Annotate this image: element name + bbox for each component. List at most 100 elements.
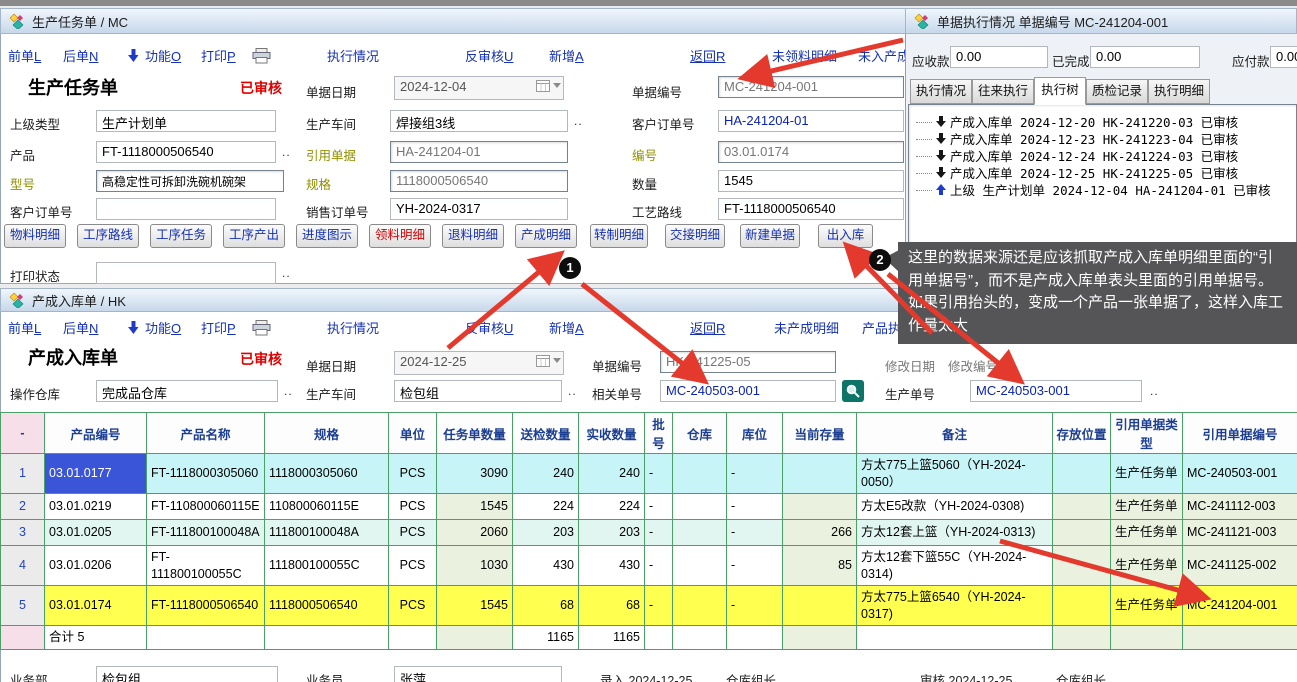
production-task-titlebar[interactable]: 生产任务单 / MC [0, 8, 910, 34]
table-cell[interactable]: 1118000506540 [265, 586, 389, 626]
table-cell[interactable]: 方太12套上篮（YH-2024-0313) [857, 520, 1053, 546]
table-cell[interactable]: - [727, 520, 783, 546]
table-cell[interactable]: 03.01.0205 [45, 520, 147, 546]
table-cell[interactable]: 03.01.0219 [45, 494, 147, 520]
table-cell[interactable]: PCS [389, 586, 437, 626]
table-cell[interactable]: - [645, 586, 673, 626]
column-header[interactable]: - [1, 413, 45, 454]
table-cell[interactable] [1053, 586, 1111, 626]
table-cell[interactable]: 111800100048A [265, 520, 389, 546]
table-cell[interactable]: 03.01.0174 [45, 586, 147, 626]
toolbar-m1[interactable]: 未领料明细 [772, 46, 837, 65]
btn-物料明细[interactable]: 物料明细 [4, 224, 66, 248]
clerk-field[interactable]: 张萍 [394, 666, 562, 682]
table-cell[interactable]: 生产任务单 [1111, 454, 1183, 494]
table-row[interactable]: 303.01.0205FT-111800100048A111800100048A… [1, 520, 1297, 546]
table-cell[interactable]: MC-241204-001 [1183, 586, 1297, 626]
column-header[interactable]: 当前存量 [783, 413, 857, 454]
table-cell[interactable] [783, 494, 857, 520]
table-cell[interactable] [1053, 520, 1111, 546]
toolbar-unaudit[interactable]: 反审核U [465, 46, 513, 65]
toolbar-m1[interactable]: 未产成明细 [774, 318, 839, 337]
table-cell[interactable]: PCS [389, 520, 437, 546]
table-cell[interactable]: - [645, 454, 673, 494]
table-cell[interactable]: 方太E5改款（YH-2024-0308) [857, 494, 1053, 520]
table-cell[interactable]: 240 [579, 454, 645, 494]
toolbar-print[interactable]: 打印P [201, 318, 271, 337]
payable-field[interactable]: 0.00 [1270, 46, 1297, 68]
table-cell[interactable]: 方太12套下篮55C（YH-2024-0314) [857, 546, 1053, 586]
table-cell[interactable]: FT-110800060115E [147, 494, 265, 520]
table-cell[interactable]: 方太775上篮6540（YH-2024-0317) [857, 586, 1053, 626]
tab-质检记录[interactable]: 质检记录 [1086, 79, 1148, 104]
column-header[interactable]: 任务单数量 [437, 413, 513, 454]
tree-item[interactable]: 上级 生产计划单 2024-12-04 HA-241204-01 已审核 [916, 180, 1271, 199]
btn-进度图示[interactable]: 进度图示 [296, 224, 358, 248]
toolbar-back[interactable]: 返回R [690, 46, 725, 65]
ref-doc-field[interactable]: HA-241204-01 [390, 141, 568, 163]
toolbar-back[interactable]: 返回R [690, 318, 725, 337]
doc-date-field[interactable]: 2024-12-25 [394, 351, 564, 375]
table-cell[interactable]: - [727, 494, 783, 520]
table-cell[interactable]: 生产任务单 [1111, 546, 1183, 586]
table-cell[interactable]: PCS [389, 494, 437, 520]
sales-order-field[interactable]: YH-2024-0317 [390, 198, 568, 220]
route-field[interactable]: FT-1118000506540 [718, 198, 904, 220]
table-cell[interactable]: 430 [513, 546, 579, 586]
toolbar-next[interactable]: 后单N [63, 318, 98, 337]
row-number[interactable]: 3 [1, 520, 45, 546]
table-cell[interactable]: 1545 [437, 586, 513, 626]
workshop-lookup-button[interactable]: .. [574, 114, 583, 128]
table-cell[interactable]: 方太775上篮5060（YH-2024-0050） [857, 454, 1053, 494]
btn-工序产出[interactable]: 工序产出 [223, 224, 285, 248]
op-warehouse-lookup-button[interactable]: .. [284, 384, 293, 398]
table-cell[interactable]: 266 [783, 520, 857, 546]
dept-field[interactable]: 检包组 [96, 666, 278, 682]
table-cell[interactable]: MC-241112-003 [1183, 494, 1297, 520]
table-cell[interactable]: 68 [513, 586, 579, 626]
table-cell[interactable]: - [727, 454, 783, 494]
receivable-field[interactable]: 0.00 [950, 46, 1048, 68]
btn-新建单据[interactable]: 新建单据 [740, 224, 800, 248]
toolbar-exec[interactable]: 执行情况 [327, 318, 379, 337]
table-row[interactable]: 103.01.0177FT-11180003050601118000305060… [1, 454, 1297, 494]
product-field[interactable]: FT-1118000506540 [96, 141, 276, 163]
btn-产成明细[interactable]: 产成明细 [515, 224, 577, 248]
table-cell[interactable]: 224 [513, 494, 579, 520]
table-cell[interactable] [673, 546, 727, 586]
table-cell[interactable]: PCS [389, 546, 437, 586]
tab-执行明细[interactable]: 执行明细 [1148, 79, 1210, 104]
column-header[interactable]: 库位 [727, 413, 783, 454]
spec-field[interactable]: 1118000506540 [390, 170, 568, 192]
table-cell[interactable]: - [727, 586, 783, 626]
table-cell[interactable]: 生产任务单 [1111, 494, 1183, 520]
qty-field[interactable]: 1545 [718, 170, 904, 192]
btn-交接明细[interactable]: 交接明细 [665, 224, 725, 248]
column-header[interactable]: 产品编号 [45, 413, 147, 454]
table-cell[interactable]: 生产任务单 [1111, 586, 1183, 626]
table-cell[interactable]: 203 [513, 520, 579, 546]
toolbar-add[interactable]: 新增A [549, 318, 584, 337]
table-cell[interactable]: 1030 [437, 546, 513, 586]
doc-date-field[interactable]: 2024-12-04 [394, 76, 564, 100]
table-cell[interactable]: 203 [579, 520, 645, 546]
print-status-lookup-button[interactable]: .. [282, 266, 291, 280]
btn-领料明细[interactable]: 领料明细 [369, 224, 431, 248]
model-field[interactable]: 高稳定性可拆卸洗碗机碗架 [96, 170, 284, 192]
column-header[interactable]: 规格 [265, 413, 389, 454]
toolbar-unaudit[interactable]: 反审核U [465, 318, 513, 337]
tab-往来执行[interactable]: 往来执行 [972, 79, 1034, 104]
row-number[interactable]: 5 [1, 586, 45, 626]
table-cell[interactable]: 110800060115E [265, 494, 389, 520]
btn-出入库[interactable]: 出入库 [818, 224, 873, 248]
calendar-icon[interactable] [536, 354, 561, 367]
toolbar-exec[interactable]: 执行情况 [327, 46, 379, 65]
calendar-icon[interactable] [536, 79, 561, 92]
column-header[interactable]: 备注 [857, 413, 1053, 454]
table-cell[interactable] [783, 586, 857, 626]
column-header[interactable]: 送检数量 [513, 413, 579, 454]
table-cell[interactable]: PCS [389, 454, 437, 494]
table-cell[interactable]: MC-241121-003 [1183, 520, 1297, 546]
prod-no-field[interactable]: MC-240503-001 [970, 380, 1142, 402]
btn-工序任务[interactable]: 工序任务 [150, 224, 212, 248]
